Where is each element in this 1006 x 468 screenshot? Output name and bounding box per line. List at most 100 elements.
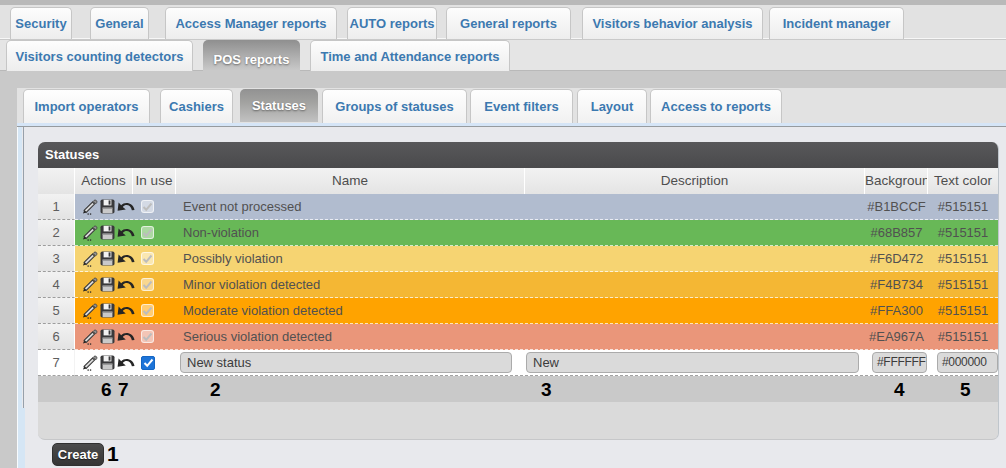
row-number: 6	[38, 324, 75, 350]
row-actions	[75, 328, 133, 345]
status-name: Moderate violation detected	[176, 303, 525, 318]
status-background-hex: #F4B734	[865, 277, 928, 292]
status-text-color-hex: #515151	[928, 225, 998, 240]
tab-visitors-counting-detectors[interactable]: Visitors counting detectors	[6, 40, 193, 71]
in-use-checkbox-disabled	[141, 330, 154, 343]
edit-icon[interactable]	[81, 250, 99, 267]
status-row-6: 6 Serious violation detected #EA967A#51515…	[38, 324, 998, 350]
tab-general[interactable]: General	[90, 7, 149, 39]
in-use-checkbox-disabled	[141, 226, 154, 239]
annotation-5: 5	[960, 377, 971, 403]
status-background-hex: #FFA300	[865, 303, 928, 318]
in-use-checkbox-disabled	[141, 304, 154, 317]
tab-security[interactable]: Security	[10, 7, 72, 39]
status-row-3: 3Possibly violation#F6D472#515151	[38, 246, 998, 272]
row-actions	[75, 302, 133, 319]
edit-icon[interactable]	[81, 198, 99, 215]
status-text-color-hex: #515151	[928, 277, 998, 292]
status-text-color-hex: #515151	[928, 251, 998, 266]
tab-access-to-reports[interactable]: Access to reports	[650, 89, 782, 123]
row-number: 3	[38, 246, 75, 272]
annotation-strip	[38, 376, 998, 402]
row-actions	[75, 198, 133, 215]
status-row-5: 5 Moderate violation detected #FFA300#5151…	[38, 298, 998, 324]
edit-icon[interactable]	[81, 224, 99, 241]
in-use-checkbox[interactable]	[141, 356, 155, 370]
save-icon[interactable]	[99, 354, 116, 371]
row-actions	[75, 224, 133, 241]
status-text-color-hex: #515151	[928, 199, 998, 214]
annotation-1: 1	[107, 442, 119, 465]
status-background-hex: #68B857	[865, 225, 928, 240]
column-header-num	[38, 168, 75, 194]
panel-left-border-blue-lower	[22, 408, 25, 468]
status-name: Minor violation detected	[176, 277, 525, 292]
column-header-name: Name	[176, 168, 525, 194]
row-number: 1	[38, 194, 75, 220]
annotation-4: 4	[894, 377, 905, 403]
table-footer-space	[38, 402, 998, 438]
tab-statuses[interactable]: Statuses	[240, 89, 318, 122]
annotation-6: 6	[101, 377, 112, 403]
statuses-table-container: Statuses ActionsIn useNameDescriptionBac…	[38, 142, 999, 440]
status-name: Non-violation	[176, 225, 525, 240]
column-header-background: Background	[865, 168, 928, 194]
new-status-text-color-input[interactable]: #000000	[937, 352, 998, 373]
row-actions	[75, 250, 133, 267]
edit-icon[interactable]	[81, 354, 99, 371]
tab-pos-reports[interactable]: POS reports	[203, 40, 300, 78]
tab-cashiers[interactable]: Cashiers	[160, 89, 233, 123]
tab-access-manager-reports[interactable]: Access Manager reports	[165, 7, 337, 39]
tab-event-filters[interactable]: Event filters	[470, 89, 573, 123]
status-background-hex: #EA967A	[865, 329, 928, 344]
save-icon[interactable]	[99, 302, 116, 319]
row-number: 5	[38, 298, 75, 324]
tab-groups-of-statuses[interactable]: Groups of statuses	[322, 89, 467, 123]
column-header-in-use: In use	[133, 168, 176, 194]
status-row-new: 7 New status New #FFFFFF #000000	[38, 350, 998, 376]
in-use-checkbox-disabled	[141, 278, 154, 291]
new-status-background-input[interactable]: #FFFFFF	[872, 352, 927, 373]
column-header-description: Description	[525, 168, 865, 194]
tab-general-reports[interactable]: General reports	[446, 7, 571, 39]
tab-auto-reports[interactable]: AUTO reports	[347, 7, 437, 39]
status-name: Possibly violation	[176, 251, 525, 266]
edit-icon[interactable]	[81, 276, 99, 293]
in-use-checkbox-disabled	[141, 252, 154, 265]
status-row-1: 1 Event not processed #B1BCCF#515151	[38, 194, 998, 220]
in-use-checkbox-disabled	[141, 200, 154, 213]
edit-icon[interactable]	[81, 328, 99, 345]
row-number: 4	[38, 272, 75, 298]
tab-layout[interactable]: Layout	[577, 89, 647, 123]
row-number: 2	[38, 220, 75, 246]
save-icon[interactable]	[99, 276, 116, 293]
status-name: Event not processed	[176, 199, 525, 214]
create-button[interactable]: Create	[52, 443, 104, 466]
new-status-description-input[interactable]: New	[526, 352, 859, 373]
row-number: 7	[38, 350, 75, 376]
save-icon[interactable]	[99, 224, 116, 241]
status-row-2: 2 Non-violation #68B857#515151	[38, 220, 998, 246]
tab-visitors-behavior-analysis[interactable]: Visitors behavior analysis	[582, 7, 763, 39]
status-text-color-hex: #515151	[928, 303, 998, 318]
edit-icon[interactable]	[81, 302, 99, 319]
status-background-hex: #B1BCCF	[865, 199, 928, 214]
annotation-2: 2	[210, 377, 221, 403]
row-actions	[75, 276, 133, 293]
save-icon[interactable]	[99, 198, 116, 215]
save-icon[interactable]	[99, 250, 116, 267]
table-header-row: ActionsIn useNameDescriptionBackgroundTe…	[38, 168, 998, 194]
status-row-4: 4 Minor violation detected #F4B734#515151	[38, 272, 998, 298]
row-actions	[75, 354, 133, 371]
tab-time-and-attendance-reports[interactable]: Time and Attendance reports	[310, 40, 510, 71]
status-text-color-hex: #515151	[928, 329, 998, 344]
save-icon[interactable]	[99, 328, 116, 345]
tab-import-operators[interactable]: Import operators	[23, 89, 150, 123]
statuses-panel-title: Statuses	[38, 142, 998, 168]
column-header-text-color: Text color	[928, 168, 998, 194]
tab-incident-manager[interactable]: Incident manager	[769, 7, 904, 39]
annotation-3: 3	[541, 377, 552, 403]
panel-left-border-dark	[23, 127, 24, 408]
new-status-name-input[interactable]: New status	[180, 352, 512, 373]
status-name: Serious violation detected	[176, 329, 525, 344]
